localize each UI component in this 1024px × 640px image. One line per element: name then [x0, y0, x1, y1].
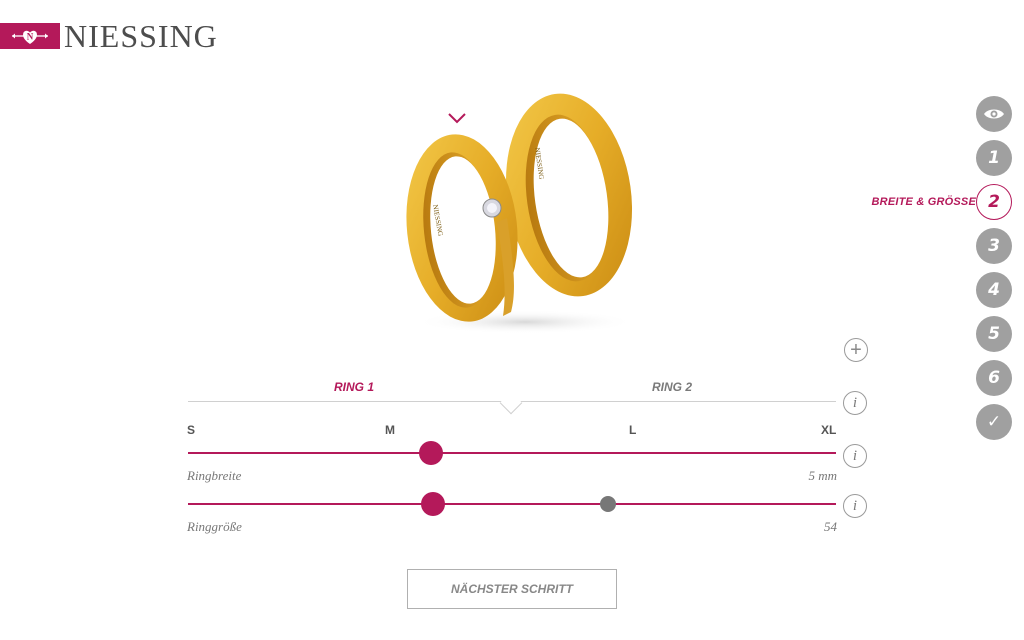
next-step-button[interactable]: NÄCHSTER SCHRITT [407, 569, 617, 609]
ring-preview-image: NIESSING NIESSING [406, 93, 635, 334]
size-label-m[interactable]: M [385, 423, 395, 437]
tab-pointer [499, 391, 523, 415]
step-4-button[interactable]: 4 [976, 272, 1012, 308]
step-preview-button[interactable] [976, 96, 1012, 132]
check-icon: ✓ [986, 412, 1002, 432]
step-6-button[interactable]: 6 [976, 360, 1012, 396]
ring-size-slider-track[interactable] [188, 503, 836, 505]
step-3-button[interactable]: 3 [976, 228, 1012, 264]
step-5-button[interactable]: 5 [976, 316, 1012, 352]
svg-text:N: N [27, 32, 34, 42]
step-2-button[interactable]: 2 [976, 184, 1012, 220]
ring-width-label: Ringbreite [187, 468, 242, 483]
size-label-xl[interactable]: XL [821, 423, 836, 437]
ring-width-slider-handle[interactable] [419, 441, 443, 465]
brand-logo[interactable]: N NIESSING [0, 18, 218, 54]
ring-2-size-marker[interactable] [600, 496, 616, 512]
tabs-info-button[interactable]: i [843, 391, 867, 415]
ring-width-info-button[interactable]: i [843, 444, 867, 468]
step-1-button[interactable]: 1 [976, 140, 1012, 176]
ring-size-value: 54 [824, 519, 837, 534]
ring-width-slider-track[interactable] [188, 452, 836, 454]
ring-size-info-button[interactable]: i [843, 494, 867, 518]
active-step-label: BREITE & GRÖSSE [871, 196, 976, 208]
size-label-s[interactable]: S [187, 423, 195, 437]
size-label-l[interactable]: L [629, 423, 636, 437]
brand-name: NIESSING [64, 18, 218, 54]
logo-emblem-icon: N [0, 23, 60, 49]
ring-size-label: Ringgröße [187, 519, 242, 534]
ring-width-value: 5 mm [808, 468, 837, 483]
step-finish-button[interactable]: ✓ [976, 404, 1012, 440]
ring-size-slider-handle[interactable] [421, 492, 445, 516]
tab-ring-2[interactable]: RING 2 [652, 380, 692, 394]
add-ring-button[interactable]: + [844, 338, 868, 362]
tab-ring-1[interactable]: RING 1 [334, 380, 374, 394]
eye-icon [984, 109, 1004, 119]
